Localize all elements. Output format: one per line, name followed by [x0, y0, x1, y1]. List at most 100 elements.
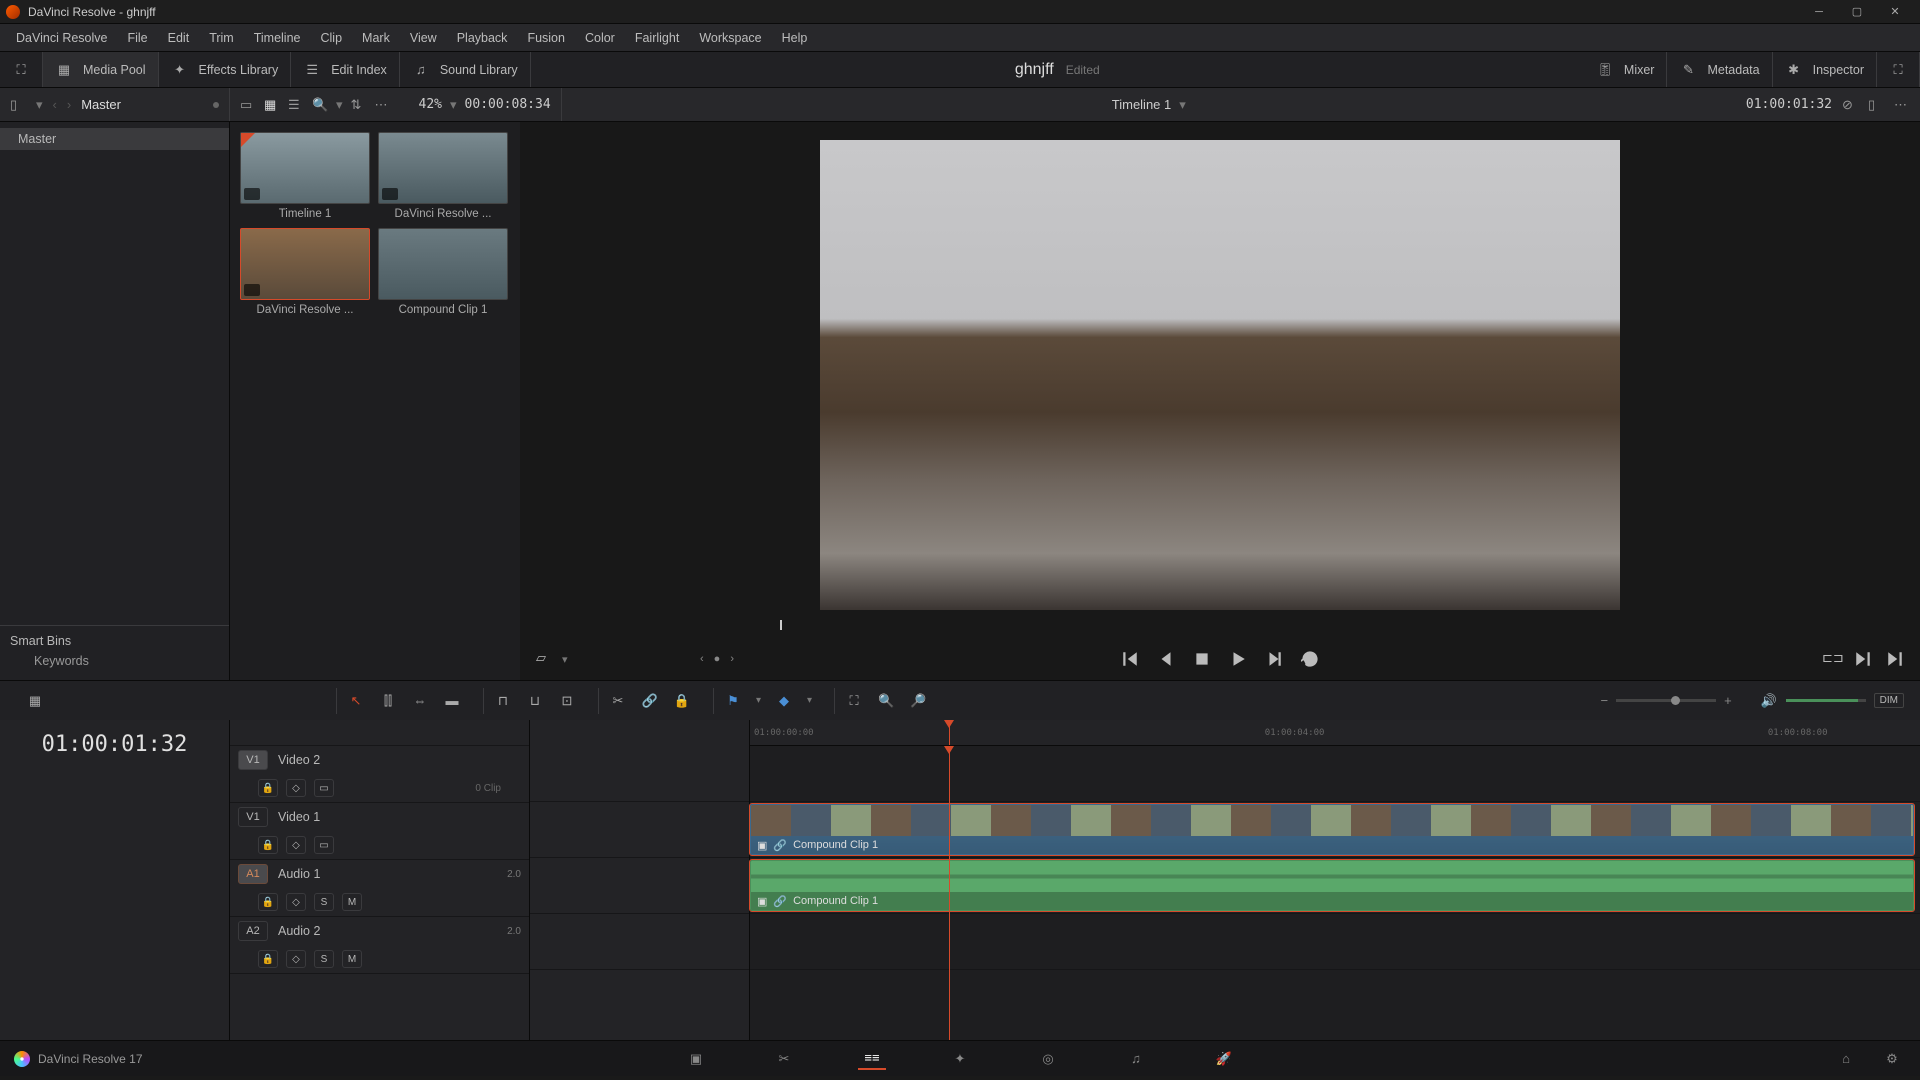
view-thumb-icon[interactable]: ▦ — [264, 97, 280, 113]
menu-clip[interactable]: Clip — [313, 31, 351, 45]
v1-auto[interactable]: ◇ — [286, 836, 306, 854]
source-timecode[interactable]: 00:00:08:34 — [465, 97, 551, 112]
zoom-in-button[interactable]: + — [1724, 693, 1732, 708]
menu-help[interactable]: Help — [774, 31, 816, 45]
sound-library-toggle[interactable]: ♫ Sound Library — [400, 52, 531, 87]
menu-timeline[interactable]: Timeline — [246, 31, 309, 45]
custom-zoom-icon[interactable]: 🔎 — [909, 692, 927, 710]
match-frame-button[interactable]: ⊏⊐ — [1822, 650, 1840, 668]
insert-tool[interactable]: ⊓ — [494, 692, 512, 710]
a2-solo[interactable]: S — [314, 950, 334, 968]
a2-lock[interactable]: 🔒 — [258, 950, 278, 968]
clip-davinci1[interactable]: DaVinci Resolve ... — [378, 132, 508, 220]
home-button[interactable]: ⌂ — [1832, 1048, 1860, 1070]
v2-auto[interactable]: ◇ — [286, 779, 306, 797]
close-button[interactable]: ✕ — [1876, 2, 1914, 22]
flag-tool[interactable]: ⚑ — [724, 692, 742, 710]
metadata-toggle[interactable]: ✎ Metadata — [1667, 52, 1772, 87]
last-frame-button[interactable] — [1854, 650, 1872, 668]
fusion-page[interactable]: ✦ — [946, 1048, 974, 1070]
next-frame-button[interactable] — [1265, 650, 1283, 668]
minimize-button[interactable]: ─ — [1800, 2, 1838, 22]
stop-button[interactable] — [1193, 650, 1211, 668]
blade-tool[interactable]: ▬ — [443, 692, 461, 710]
prev-shot-icon[interactable]: ‹ — [700, 653, 704, 665]
v2-disable[interactable]: ▭ — [314, 779, 334, 797]
v1-lock[interactable]: 🔒 — [258, 836, 278, 854]
deliver-page[interactable]: 🚀 — [1210, 1048, 1238, 1070]
a2-auto[interactable]: ◇ — [286, 950, 306, 968]
track-v2[interactable] — [750, 746, 1920, 802]
zoom-dropdown[interactable]: ▾ — [450, 97, 457, 113]
transform-overlay-icon[interactable]: ▱ — [536, 650, 554, 668]
v1-dest[interactable]: V1 — [238, 807, 268, 827]
inspector-toggle[interactable]: ✱ Inspector — [1773, 52, 1877, 87]
go-end-button[interactable] — [1886, 650, 1904, 668]
a2-dest[interactable]: A2 — [238, 921, 268, 941]
zoom-slider[interactable] — [1616, 699, 1716, 702]
clip-timeline1[interactable]: Timeline 1 — [240, 132, 370, 220]
loop-button[interactable] — [1301, 650, 1319, 668]
keywords-bin[interactable]: Keywords — [10, 654, 219, 668]
timeline-dropdown-icon[interactable]: ▾ — [1179, 97, 1186, 113]
cut-page[interactable]: ✂ — [770, 1048, 798, 1070]
flag-dropdown[interactable]: ▾ — [756, 695, 761, 706]
next-shot-icon[interactable]: › — [730, 653, 734, 665]
volume-slider[interactable] — [1786, 699, 1866, 702]
viewer-frame[interactable] — [820, 140, 1620, 610]
clip-davinci2[interactable]: DaVinci Resolve ... — [240, 228, 370, 316]
view-list-icon[interactable]: ☰ — [288, 97, 304, 113]
single-viewer-icon[interactable]: ▯ — [1868, 97, 1884, 113]
sort-icon[interactable]: ⇅ — [351, 97, 367, 113]
media-page[interactable]: ▣ — [682, 1048, 710, 1070]
v2-dest[interactable]: V1 — [238, 750, 268, 770]
overwrite-tool[interactable]: ⊔ — [526, 692, 544, 710]
fairlight-page[interactable]: ♫ — [1122, 1048, 1150, 1070]
expand-left[interactable]: ⛶ — [0, 52, 43, 87]
zoom-out-button[interactable]: − — [1600, 693, 1608, 708]
menu-davinci[interactable]: DaVinci Resolve — [8, 31, 115, 45]
edit-page[interactable]: ≡≡ — [858, 1048, 886, 1070]
search-icon[interactable]: 🔍 — [312, 97, 328, 113]
zoom-fit-icon[interactable]: ⛶ — [845, 692, 863, 710]
menu-mark[interactable]: Mark — [354, 31, 398, 45]
detail-zoom-icon[interactable]: 🔍 — [877, 692, 895, 710]
menu-playback[interactable]: Playback — [449, 31, 516, 45]
search-dropdown[interactable]: ▾ — [336, 97, 343, 113]
menu-view[interactable]: View — [402, 31, 445, 45]
record-timecode[interactable]: 01:00:01:32 — [1746, 97, 1832, 112]
smart-bins-header[interactable]: Smart Bins — [10, 634, 219, 648]
timeline-name[interactable]: Timeline 1 — [1112, 97, 1171, 112]
view-metadata-icon[interactable]: ▭ — [240, 97, 256, 113]
playhead-line[interactable] — [949, 746, 950, 1040]
a1-solo[interactable]: S — [314, 893, 334, 911]
sidebar-icon[interactable]: ▯ — [10, 97, 26, 113]
media-pool-toggle[interactable]: ▦ Media Pool — [43, 52, 159, 87]
settings-button[interactable]: ⚙ — [1878, 1048, 1906, 1070]
track-a1[interactable]: ▣🔗Compound Clip 1 — [750, 858, 1920, 914]
breadcrumb[interactable]: Master — [81, 97, 121, 112]
menu-trim[interactable]: Trim — [201, 31, 242, 45]
playhead[interactable] — [949, 720, 950, 745]
link-tool[interactable]: 🔗 — [641, 692, 659, 710]
dim-button[interactable]: DIM — [1874, 693, 1904, 708]
bypass-icon[interactable]: ⊘ — [1842, 97, 1858, 113]
viewer-options-icon[interactable]: ⋯ — [1894, 97, 1910, 113]
timeline-view-icon[interactable]: ▦ — [26, 692, 44, 710]
scrub-bar[interactable] — [532, 620, 1908, 638]
lock-tool[interactable]: 🔒 — [673, 692, 691, 710]
a1-dest[interactable]: A1 — [238, 864, 268, 884]
bin-master[interactable]: Master — [0, 128, 229, 150]
menu-file[interactable]: File — [119, 31, 155, 45]
a1-auto[interactable]: ◇ — [286, 893, 306, 911]
prev-frame-button[interactable] — [1157, 650, 1175, 668]
color-page[interactable]: ◎ — [1034, 1048, 1062, 1070]
mixer-toggle[interactable]: 🎚 Mixer — [1584, 52, 1668, 87]
a2-mute[interactable]: M — [342, 950, 362, 968]
match-frame-icon[interactable]: ● — [714, 653, 721, 665]
a1-mute[interactable]: M — [342, 893, 362, 911]
razor-tool[interactable]: ✂ — [609, 692, 627, 710]
track-v1[interactable]: ▣🔗Compound Clip 1 — [750, 802, 1920, 858]
maximize-button[interactable]: ▢ — [1838, 2, 1876, 22]
marker-dropdown[interactable]: ▾ — [807, 695, 812, 706]
